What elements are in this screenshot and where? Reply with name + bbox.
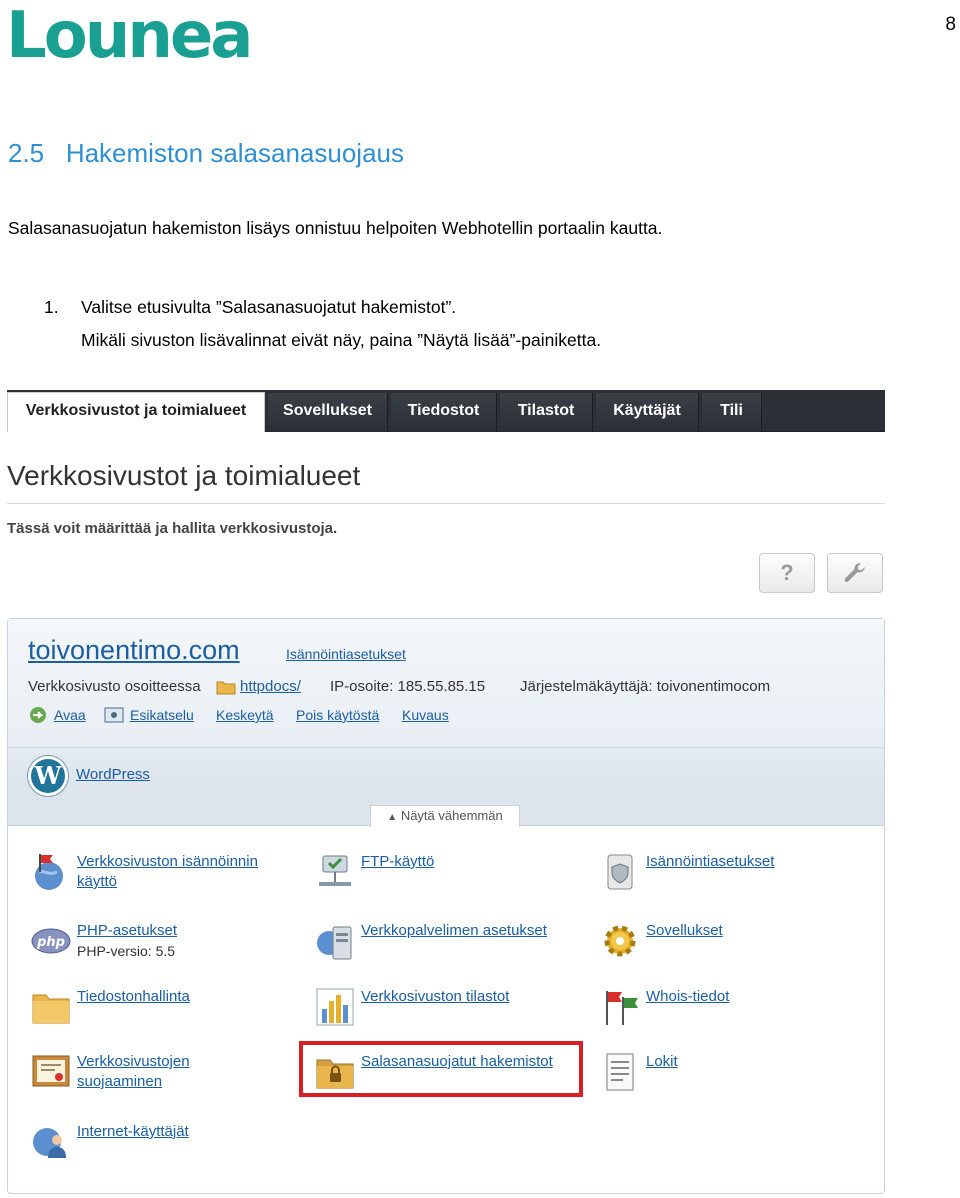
- action-description[interactable]: Kuvaus: [402, 707, 449, 723]
- wrench-icon: [844, 563, 865, 582]
- globe-flag-icon: [35, 854, 63, 890]
- tab-websites-domains[interactable]: Verkkosivustot ja toimialueet: [7, 392, 265, 432]
- preview-icon: [104, 707, 124, 723]
- lounea-logo: Lounea: [6, 0, 253, 73]
- document-icon: [606, 1053, 634, 1091]
- scroll-shield-icon: [607, 854, 633, 890]
- wordpress-link[interactable]: WordPress: [76, 766, 150, 783]
- tool-label: Verkkosivuston isännöinnin: [77, 853, 258, 870]
- php-icon: php: [31, 928, 71, 954]
- settings-button[interactable]: [827, 553, 883, 593]
- certificate-icon: [32, 1055, 70, 1087]
- wordpress-band: W WordPress: [8, 747, 884, 803]
- page-title: Verkkosivustot ja toimialueet: [7, 460, 361, 491]
- tool-label: FTP-käyttö: [361, 853, 435, 870]
- domain-header: toivonentimo.com Isännöintiasetukset Ver…: [8, 619, 884, 747]
- action-open[interactable]: Avaa: [54, 707, 86, 723]
- tool-label: Whois-tiedot: [646, 988, 730, 1005]
- show-less-button[interactable]: ▲ Näytä vähemmän: [370, 805, 520, 827]
- highlight-box: [299, 1041, 583, 1097]
- action-preview[interactable]: Esikatselu: [130, 707, 194, 723]
- tab-statistics[interactable]: Tilastot: [500, 393, 593, 432]
- step-number: 1.: [44, 297, 59, 317]
- main-tabbar: Verkkosivustot ja toimialueet Sovellukse…: [7, 390, 885, 432]
- action-disable[interactable]: Pois käytöstä: [296, 707, 379, 723]
- divider: [7, 503, 885, 504]
- folder-icon: [216, 681, 236, 695]
- wordpress-icon: W: [28, 756, 68, 796]
- tool-label: Sovellukset: [646, 922, 723, 939]
- tab-users[interactable]: Käyttäjät: [596, 393, 699, 432]
- flags-icon: [606, 991, 638, 1025]
- step-line-1: Valitse etusivulta ”Salasanasuojatut hak…: [81, 297, 457, 317]
- tab-account[interactable]: Tili: [702, 393, 762, 432]
- open-icon: [30, 707, 46, 723]
- web-server-icon: [317, 926, 352, 960]
- httpdocs-link[interactable]: httpdocs/: [240, 678, 301, 695]
- domain-name-link[interactable]: toivonentimo.com: [28, 635, 240, 666]
- users-globe-icon: [33, 1128, 66, 1158]
- domain-panel: toivonentimo.com Isännöintiasetukset Ver…: [7, 618, 885, 1194]
- tool-label: Verkkosivustojen: [77, 1053, 190, 1070]
- tab-applications[interactable]: Sovellukset: [268, 393, 388, 432]
- bar-chart-icon: [316, 988, 354, 1026]
- hosting-settings-link[interactable]: Isännöintiasetukset: [286, 646, 406, 662]
- tool-label: Internet-käyttäjät: [77, 1123, 189, 1140]
- step-line-2: Mikäli sivuston lisävalinnat eivät näy, …: [81, 330, 602, 350]
- address-label: Verkkosivusto osoitteessa: [28, 678, 201, 695]
- folder-icon: [32, 994, 70, 1024]
- chevron-up-icon: ▲: [387, 812, 398, 823]
- ip-address: IP-osoite: 185.55.85.15: [330, 678, 486, 695]
- ftp-network-icon: [319, 855, 351, 886]
- tool-label: Isännöintiasetukset: [646, 853, 775, 870]
- section-title: 2.5 Hakemiston salasanasuojaus: [8, 138, 405, 168]
- tab-files[interactable]: Tiedostot: [391, 393, 497, 432]
- tool-label: Tiedostonhallinta: [77, 988, 190, 1005]
- tool-label: Lokit: [646, 1053, 678, 1070]
- svg-text:php: php: [36, 935, 65, 950]
- portal-screenshot: Verkkosivustot ja toimialueet Sovellukse…: [7, 390, 885, 1194]
- php-version: PHP-versio: 5.5: [77, 943, 176, 959]
- gear-icon: [604, 925, 636, 957]
- page-number: 8: [945, 14, 956, 35]
- page-subtitle: Tässä voit määrittää ja hallita verkkosi…: [7, 520, 338, 537]
- tool-label: Verkkosivuston tilastot: [361, 988, 510, 1005]
- action-suspend[interactable]: Keskeytä: [216, 707, 274, 723]
- intro-paragraph: Salasanasuojatun hakemiston lisäys onnis…: [8, 218, 663, 238]
- help-button[interactable]: ?: [759, 553, 815, 593]
- system-user: Järjestelmäkäyttäjä: toivonentimocom: [520, 678, 771, 695]
- tool-label: PHP-asetukset: [77, 922, 178, 939]
- tool-label-2: suojaaminen: [77, 1073, 163, 1090]
- tool-label-2: käyttö: [77, 873, 118, 890]
- show-less-label: Näytä vähemmän: [400, 808, 503, 823]
- tool-label: Verkkopalvelimen asetukset: [361, 922, 547, 939]
